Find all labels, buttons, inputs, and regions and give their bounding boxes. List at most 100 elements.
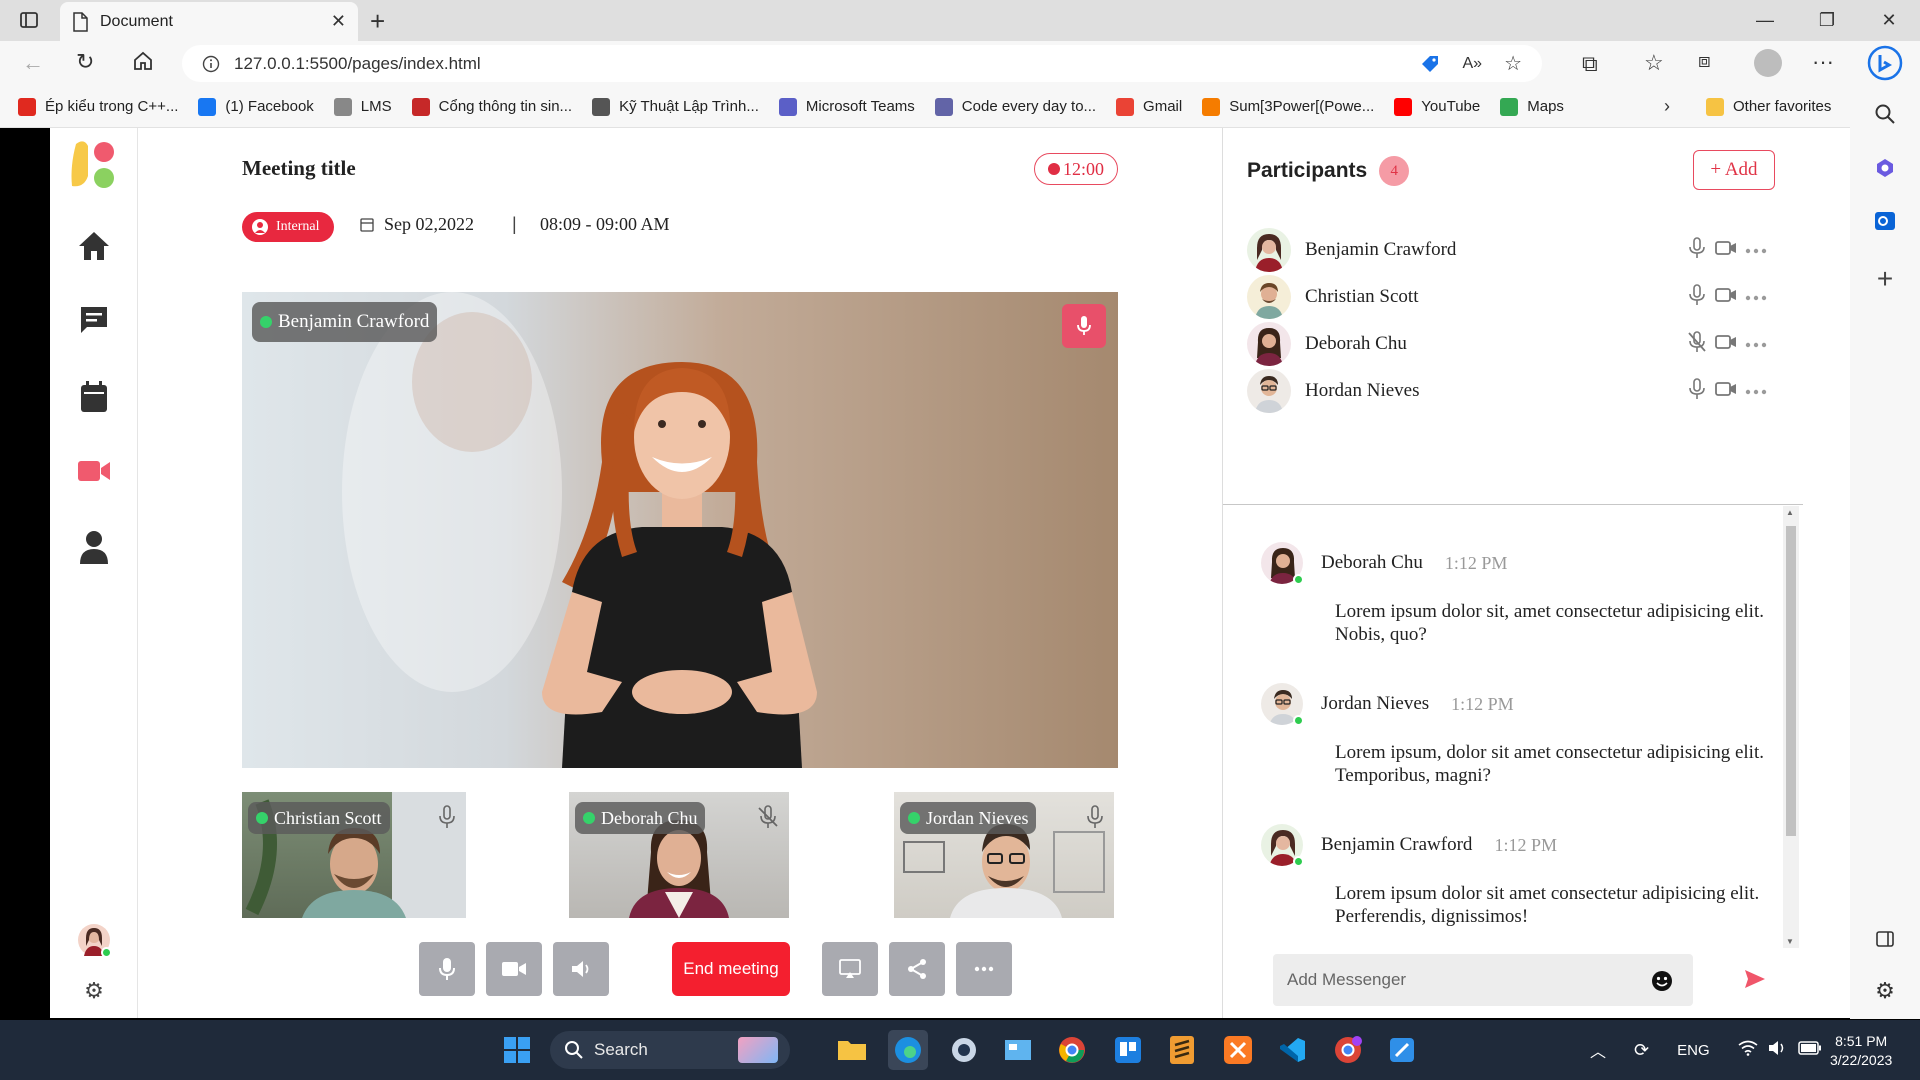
windows-start-icon[interactable] xyxy=(497,1030,537,1070)
bookmark-item[interactable]: Kỹ Thuật Lập Trình... xyxy=(592,97,759,116)
chat-icon[interactable] xyxy=(50,304,138,336)
home-icon[interactable] xyxy=(50,230,138,262)
profile-icon[interactable] xyxy=(1754,49,1782,77)
control-panel-icon[interactable] xyxy=(998,1030,1038,1070)
video-camera-icon[interactable] xyxy=(1715,287,1737,308)
back-icon[interactable]: ← xyxy=(22,50,44,76)
bookmark-item[interactable]: Microsoft Teams xyxy=(778,97,915,116)
add-favorite-icon[interactable]: ☆ xyxy=(1504,51,1522,76)
mic-button[interactable] xyxy=(419,942,475,996)
mic-muted-icon[interactable] xyxy=(757,804,779,835)
participant-row[interactable]: Hordan Nieves xyxy=(1247,369,1767,413)
collections-icon[interactable]: ⧈ xyxy=(1698,50,1711,73)
microphone-icon[interactable] xyxy=(438,804,456,835)
close-window-icon[interactable]: ✕ xyxy=(1858,0,1920,41)
speaker-mic-button[interactable] xyxy=(1062,304,1106,348)
xampp-icon[interactable] xyxy=(1218,1030,1258,1070)
camera-button[interactable] xyxy=(486,942,542,996)
app-globe-icon[interactable] xyxy=(944,1030,984,1070)
bookmark-item[interactable]: Sum[3Power[(Powe... xyxy=(1202,97,1374,116)
chrome-profile-icon[interactable] xyxy=(1328,1030,1368,1070)
video-camera-icon[interactable] xyxy=(1715,381,1737,402)
scrollbar-thumb[interactable] xyxy=(1786,526,1796,836)
favorites-icon[interactable]: ☆ xyxy=(1644,50,1664,76)
taskbar-search[interactable]: Search xyxy=(550,1031,790,1069)
speaker-button[interactable] xyxy=(553,942,609,996)
bing-icon[interactable] xyxy=(1850,45,1920,81)
emoji-icon[interactable] xyxy=(1651,970,1673,997)
other-favorites-folder[interactable]: Other favorites xyxy=(1706,97,1831,116)
participant-row[interactable]: Benjamin Crawford xyxy=(1247,228,1767,272)
send-icon[interactable] xyxy=(1743,968,1767,995)
trello-icon[interactable] xyxy=(1108,1030,1148,1070)
outlook-icon[interactable] xyxy=(1850,209,1920,233)
taskbar-clock[interactable]: 8:51 PM 3/22/2023 xyxy=(1830,1032,1892,1070)
minimize-icon[interactable]: — xyxy=(1734,0,1796,41)
video-camera-icon[interactable] xyxy=(1715,240,1737,261)
add-sidebar-icon[interactable]: + xyxy=(1850,263,1920,295)
participant-row[interactable]: Christian Scott xyxy=(1247,275,1767,319)
participant-thumbnail[interactable]: Deborah Chu xyxy=(569,792,789,918)
sublime-icon[interactable] xyxy=(1162,1030,1202,1070)
chat-messages[interactable]: Deborah Chu 1:12 PM Lorem ipsum dolor sit,… xyxy=(1223,506,1793,948)
restore-icon[interactable]: ❐ xyxy=(1796,0,1858,41)
share-button[interactable] xyxy=(889,942,945,996)
address-bar[interactable]: 127.0.0.1:5500/pages/index.html A» ☆ xyxy=(182,45,1542,82)
extensions-icon[interactable]: ⧉ xyxy=(1582,51,1598,77)
more-options-button[interactable] xyxy=(956,942,1012,996)
tag-icon[interactable] xyxy=(1420,54,1440,74)
video-icon[interactable] xyxy=(50,458,138,484)
info-icon[interactable] xyxy=(202,55,220,73)
settings-icon[interactable]: ⚙ xyxy=(1850,978,1920,1004)
bookmark-item[interactable]: Cổng thông tin sin... xyxy=(411,97,572,116)
tab-actions-icon[interactable] xyxy=(18,9,40,31)
microphone-icon[interactable] xyxy=(1687,283,1707,311)
home-icon[interactable] xyxy=(132,50,154,72)
chat-scrollbar[interactable]: ▲ ▼ xyxy=(1783,506,1799,948)
microphone-icon[interactable] xyxy=(1086,804,1104,835)
more-dots-icon[interactable] xyxy=(1745,335,1767,353)
volume-icon[interactable] xyxy=(1768,1040,1788,1060)
microphone-icon[interactable] xyxy=(1687,236,1707,264)
battery-icon[interactable] xyxy=(1797,1041,1822,1059)
more-dots-icon[interactable] xyxy=(1745,241,1767,259)
sidebar-toggle-icon[interactable] xyxy=(1850,929,1920,949)
read-aloud-icon[interactable]: A» xyxy=(1462,55,1482,73)
more-icon[interactable]: ··· xyxy=(1812,49,1834,75)
user-icon[interactable] xyxy=(50,530,138,564)
more-dots-icon[interactable] xyxy=(1745,288,1767,306)
bookmark-item[interactable]: (1) Facebook xyxy=(198,97,314,116)
chevron-right-icon[interactable]: › xyxy=(1664,96,1670,117)
calendar-icon[interactable] xyxy=(50,380,138,414)
chevron-up-icon[interactable]: ︿ xyxy=(1590,1038,1606,1062)
vscode-icon[interactable] xyxy=(1272,1030,1312,1070)
settings-icon[interactable]: ⚙ xyxy=(50,978,138,1004)
screen-share-button[interactable] xyxy=(822,942,878,996)
search-icon[interactable] xyxy=(1850,103,1920,125)
video-camera-icon[interactable] xyxy=(1715,334,1737,355)
add-participant-button[interactable]: + Add xyxy=(1693,150,1775,190)
message-input[interactable]: Add Messenger xyxy=(1273,954,1693,1006)
file-explorer-icon[interactable] xyxy=(832,1030,872,1070)
copilot-icon[interactable] xyxy=(1850,157,1920,179)
participant-row[interactable]: Deborah Chu xyxy=(1247,322,1767,366)
participant-thumbnail[interactable]: Christian Scott xyxy=(242,792,466,918)
paint-icon[interactable] xyxy=(1382,1030,1422,1070)
language-indicator[interactable]: ENG xyxy=(1677,1042,1710,1059)
bookmark-item[interactable]: YouTube xyxy=(1394,97,1480,116)
bookmark-item[interactable]: Ép kiểu trong C++... xyxy=(18,97,178,116)
microphone-icon[interactable] xyxy=(1687,377,1707,405)
main-video-feed[interactable]: Benjamin Crawford xyxy=(242,292,1118,768)
wifi-icon[interactable] xyxy=(1738,1040,1758,1060)
more-dots-icon[interactable] xyxy=(1745,382,1767,400)
new-tab-icon[interactable]: + xyxy=(370,6,385,37)
bookmark-item[interactable]: Gmail xyxy=(1116,97,1182,116)
bookmark-item[interactable]: Code every day to... xyxy=(934,97,1096,116)
participant-thumbnail[interactable]: Jordan Nieves xyxy=(894,792,1114,918)
current-user-avatar[interactable] xyxy=(50,924,138,958)
close-tab-icon[interactable]: ✕ xyxy=(331,11,346,32)
bookmark-item[interactable]: Maps xyxy=(1500,97,1564,116)
edge-icon[interactable] xyxy=(888,1030,928,1070)
mic-muted-icon[interactable] xyxy=(1687,330,1707,358)
browser-tab-document[interactable]: Document ✕ xyxy=(60,2,358,41)
